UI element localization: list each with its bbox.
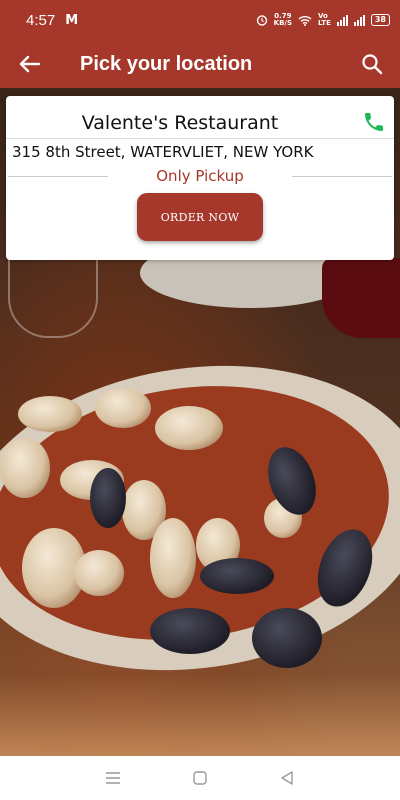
clam [155, 406, 223, 450]
clam [95, 388, 151, 428]
home-square-icon [193, 771, 207, 785]
search-button[interactable] [344, 40, 400, 88]
arrow-left-icon [19, 55, 41, 73]
notification-icon: M [65, 12, 79, 28]
nav-back-button[interactable] [267, 758, 307, 798]
restaurant-address: 315 8th Street, WATERVLIET, NEW YORK [12, 143, 314, 161]
divider-left [8, 175, 109, 177]
system-nav-bar [0, 756, 400, 800]
app-bar: Pick your location [0, 40, 400, 88]
location-card: Valente's Restaurant 315 8th Street, WAT… [6, 96, 394, 260]
red-wine-glass [322, 258, 400, 338]
call-button[interactable] [362, 110, 386, 134]
battery-indicator: 38 [370, 14, 390, 26]
volte-indicator: Vo LTE [318, 13, 331, 27]
menu-icon [106, 772, 121, 784]
speed-unit: KB/S [273, 19, 292, 27]
mussel [90, 468, 126, 528]
phone-icon [365, 113, 383, 131]
back-button[interactable] [0, 40, 60, 88]
alarm-icon [256, 15, 267, 26]
signal-icon-2 [353, 14, 365, 26]
status-time: 4:57 [26, 11, 56, 29]
service-type-label: Only Pickup [156, 167, 244, 185]
signal-icon [336, 14, 348, 26]
status-bar: 4:57 M 0.79 KB/S Vo LTE 38 [0, 0, 400, 40]
mussel [150, 608, 230, 654]
order-now-button[interactable]: ORDER NOW [137, 193, 263, 241]
service-type-row: Only Pickup [6, 166, 394, 186]
restaurant-name: Valente's Restaurant [81, 112, 279, 134]
volte-bottom: LTE [318, 19, 331, 27]
clam [150, 518, 196, 598]
mussel [252, 608, 322, 668]
card-divider [6, 138, 394, 139]
clam [18, 396, 82, 432]
back-triangle-icon [280, 771, 293, 785]
clam [74, 550, 124, 596]
recent-apps-button[interactable] [93, 758, 133, 798]
divider-right [291, 175, 393, 177]
network-speed: 0.79 KB/S [274, 13, 292, 27]
status-icons: 0.79 KB/S Vo LTE 38 [256, 13, 390, 27]
wifi-icon [298, 15, 312, 26]
page-title: Pick your location [80, 52, 253, 75]
home-button[interactable] [180, 758, 220, 798]
clam [0, 438, 50, 498]
mussel [200, 558, 274, 594]
wine-glass [8, 258, 98, 338]
search-icon [362, 54, 383, 75]
